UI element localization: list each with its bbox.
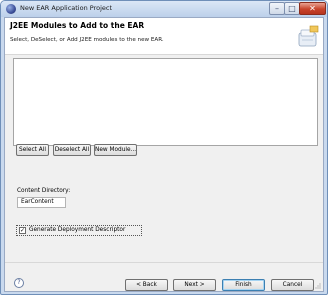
wizard-window: New EAR Application Project – □ ✕ J2EE M… xyxy=(0,0,328,295)
ear-project-wizard-icon xyxy=(298,25,319,47)
content-directory-input[interactable]: EarContent xyxy=(17,197,66,208)
checkbox-check-icon[interactable]: ✓ xyxy=(19,227,26,234)
generate-descriptor-checkbox[interactable]: ✓ Generate Deployment Descriptor xyxy=(16,225,142,236)
modules-list[interactable] xyxy=(13,58,318,146)
close-button[interactable]: ✕ xyxy=(299,2,326,15)
title-bar[interactable]: New EAR Application Project – □ ✕ xyxy=(1,1,327,17)
select-all-button[interactable]: Select All xyxy=(16,144,49,156)
finish-button[interactable]: Finish xyxy=(222,279,265,291)
footer-divider xyxy=(5,262,323,263)
deselect-all-button[interactable]: Deselect All xyxy=(53,144,91,156)
back-button[interactable]: < Back xyxy=(125,279,168,291)
help-icon[interactable]: ? xyxy=(14,278,24,288)
resize-grip-icon[interactable] xyxy=(314,282,321,289)
eclipse-icon xyxy=(6,4,16,14)
new-module-button[interactable]: New Module... xyxy=(94,144,137,156)
window-title: New EAR Application Project xyxy=(20,4,113,12)
generate-descriptor-label: Generate Deployment Descriptor xyxy=(29,227,126,233)
content-directory-label: Content Directory: xyxy=(17,188,71,194)
next-button[interactable]: Next > xyxy=(173,279,216,291)
maximize-button[interactable]: □ xyxy=(284,2,300,15)
minimize-button[interactable]: – xyxy=(269,2,285,15)
page-description: Select, DeSelect, or Add J2EE modules to… xyxy=(10,37,164,43)
cancel-button[interactable]: Cancel xyxy=(271,279,314,291)
page-title: J2EE Modules to Add to the EAR xyxy=(10,21,145,30)
wizard-body: J2EE Modules to Add to the EAR Select, D… xyxy=(4,17,324,292)
wizard-header: J2EE Modules to Add to the EAR Select, D… xyxy=(5,18,323,55)
